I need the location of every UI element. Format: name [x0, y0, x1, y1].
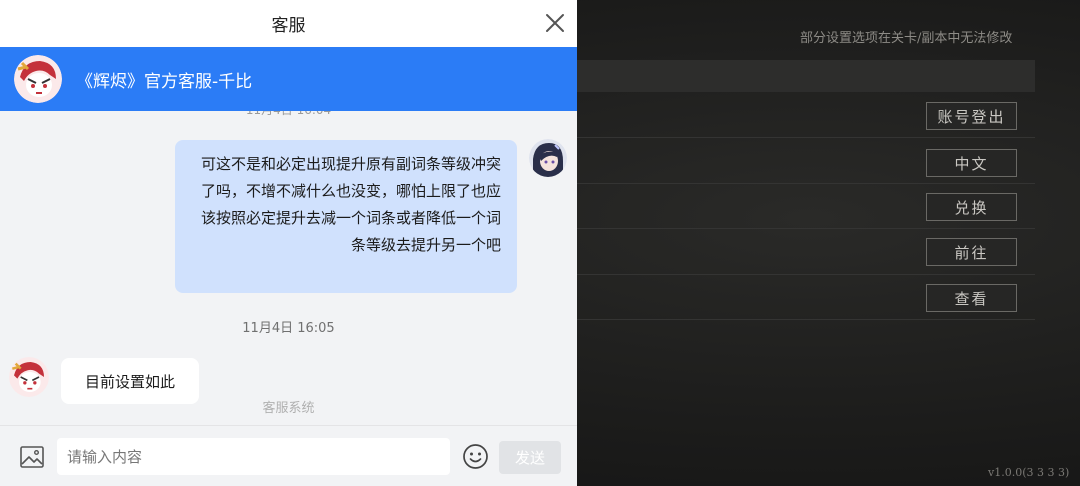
settings-divider — [577, 319, 1035, 320]
system-label: 客服系统 — [262, 401, 315, 416]
chat-input-bar: 发送 — [0, 425, 577, 486]
agent-avatar — [14, 55, 62, 103]
language-button[interactable]: 中文 — [926, 149, 1017, 177]
settings-divider — [577, 183, 1035, 184]
customer-service-panel: 客服 11月4日 16:04 《辉烬》官方客服-千比 — [0, 0, 577, 486]
message-input[interactable] — [57, 438, 450, 475]
settings-divider — [577, 228, 1035, 229]
agent-avatar — [9, 357, 49, 397]
redeem-button[interactable]: 兑换 — [926, 193, 1017, 221]
goto-button[interactable]: 前往 — [926, 238, 1017, 266]
send-button[interactable]: 发送 — [499, 441, 561, 474]
agent-header: 《辉烬》官方客服-千比 — [0, 47, 577, 111]
emoji-icon[interactable] — [462, 443, 489, 470]
close-icon[interactable] — [543, 11, 567, 35]
version-label: v1.0.0(3 3 3 3) — [988, 466, 1070, 479]
logout-button[interactable]: 账号登出 — [926, 102, 1017, 130]
message-timestamp: 11月4日 16:05 — [242, 321, 335, 336]
settings-divider — [577, 274, 1035, 275]
chat-title: 客服 — [271, 16, 306, 36]
user-message-bubble: 可这不是和必定出现提升原有副词条等级冲突了吗，不增不减什么也没变，哪怕上限了也应… — [175, 140, 517, 293]
agent-name: 《辉烬》官方客服-千比 — [76, 71, 253, 92]
view-button[interactable]: 查看 — [926, 284, 1017, 312]
chat-titlebar: 客服 — [0, 0, 577, 47]
settings-note: 部分设置选项在关卡/副本中无法修改 — [800, 31, 1013, 46]
settings-header-bar — [577, 60, 1035, 92]
user-avatar — [529, 139, 567, 177]
image-icon[interactable] — [19, 444, 45, 470]
settings-divider — [577, 137, 1035, 138]
